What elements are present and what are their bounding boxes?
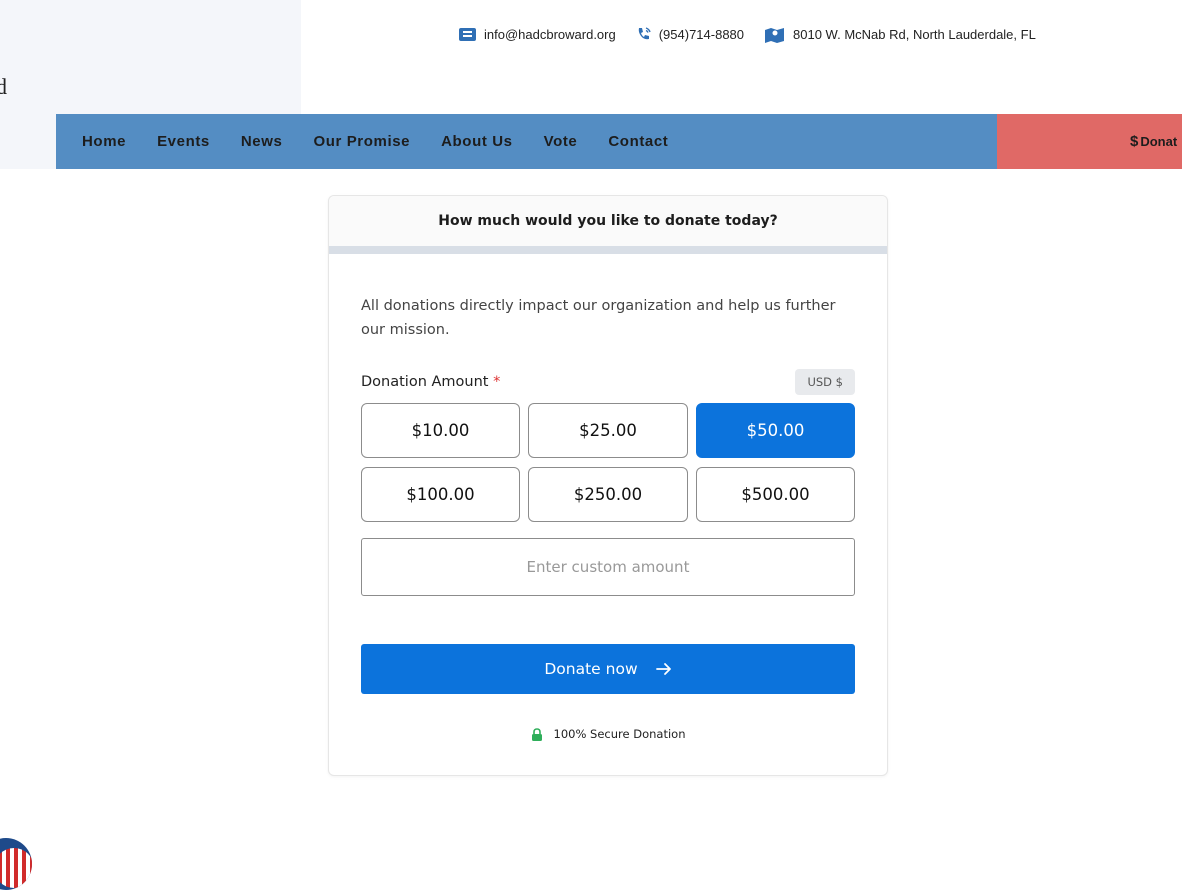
donation-amount-label: Donation Amount * xyxy=(361,374,500,390)
contact-email-text: info@hadcbroward.org xyxy=(484,26,616,42)
amount-option-50[interactable]: $50.00 xyxy=(696,403,855,458)
dollar-icon: $ xyxy=(1130,133,1139,150)
nav-item-contact[interactable]: Contact xyxy=(608,133,668,150)
nav-item-events[interactable]: Events xyxy=(157,133,210,150)
donation-card-divider xyxy=(329,246,887,254)
custom-amount-input[interactable] xyxy=(361,538,855,596)
amount-options: $10.00 $25.00 $50.00 $100.00 $250.00 $50… xyxy=(361,403,855,522)
contact-phone[interactable]: (954)714-8880 xyxy=(636,26,744,43)
donation-card: How much would you like to donate today?… xyxy=(328,195,888,776)
header-partial-text: d xyxy=(0,74,7,99)
amount-option-10[interactable]: $10.00 xyxy=(361,403,520,458)
contact-address-text: 8010 W. McNab Rd, North Lauderdale, FL xyxy=(793,26,1036,42)
secure-donation-note: 100% Secure Donation xyxy=(361,727,855,741)
contact-phone-text: (954)714-8880 xyxy=(658,26,745,42)
donation-amount-header: Donation Amount * USD $ xyxy=(361,368,855,396)
phone-icon xyxy=(638,26,651,39)
contact-address[interactable]: 8010 W. McNab Rd, North Lauderdale, FL xyxy=(764,26,1036,43)
contact-email[interactable]: info@hadcbroward.org xyxy=(458,26,616,43)
email-icon xyxy=(459,27,476,41)
amount-option-250[interactable]: $250.00 xyxy=(528,467,688,522)
amount-option-500[interactable]: $500.00 xyxy=(696,467,855,522)
nav-donate-button[interactable]: $ Donat xyxy=(997,114,1182,169)
arrow-right-icon xyxy=(655,663,671,675)
nav-item-our-promise[interactable]: Our Promise xyxy=(313,133,410,150)
donate-now-label: Donate now xyxy=(544,660,638,678)
secure-donation-text: 100% Secure Donation xyxy=(553,727,686,741)
donate-now-button[interactable]: Donate now xyxy=(361,644,855,694)
donation-description: All donations directly impact our organi… xyxy=(361,298,836,338)
donation-card-title: How much would you like to donate today? xyxy=(329,196,887,246)
amount-option-25[interactable]: $25.00 xyxy=(528,403,688,458)
main-nav: Home Events News Our Promise About Us Vo… xyxy=(56,114,997,169)
donation-card-body: All donations directly impact our organi… xyxy=(361,294,855,741)
footer-logo xyxy=(0,838,32,890)
nav-item-home[interactable]: Home xyxy=(82,133,126,150)
contact-bar: info@hadcbroward.org (954)714-8880 8010 … xyxy=(458,22,1056,46)
lock-icon xyxy=(531,727,542,741)
nav-item-news[interactable]: News xyxy=(241,133,283,150)
nav-item-vote[interactable]: Vote xyxy=(544,133,578,150)
nav-donate-label: Donat xyxy=(1140,134,1178,149)
currency-selector[interactable]: USD $ xyxy=(795,369,855,395)
amount-option-100[interactable]: $100.00 xyxy=(361,467,520,522)
map-icon xyxy=(765,27,785,43)
nav-item-about-us[interactable]: About Us xyxy=(441,133,512,150)
donation-amount-label-text: Donation Amount xyxy=(361,374,489,390)
required-mark: * xyxy=(493,374,501,390)
